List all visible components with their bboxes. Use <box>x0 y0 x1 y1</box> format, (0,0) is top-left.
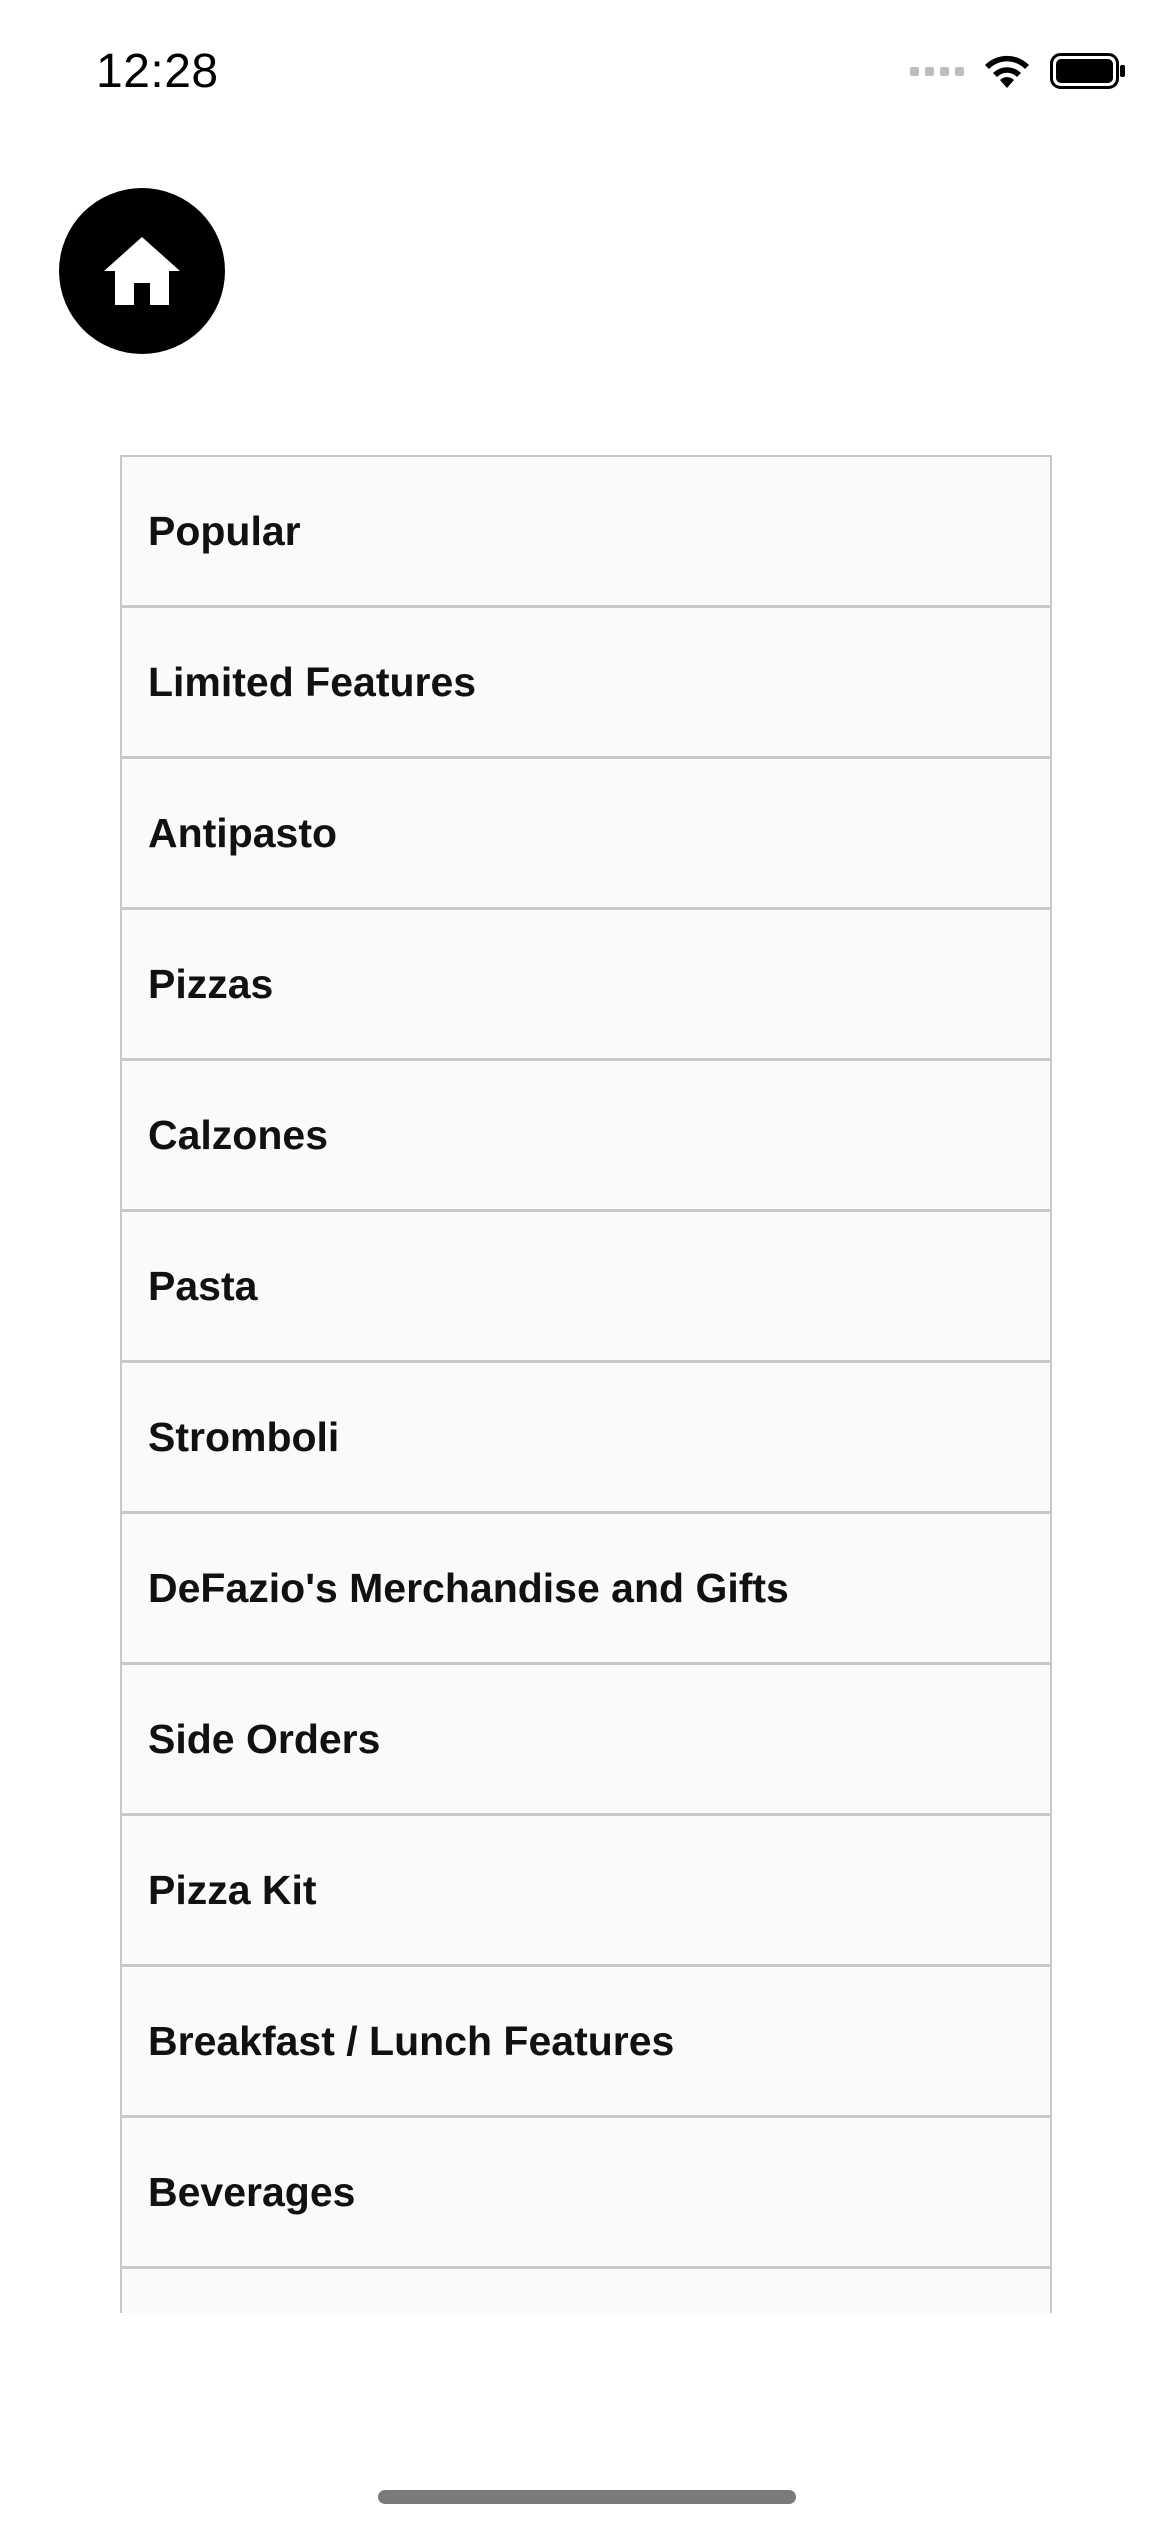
category-item-partial[interactable] <box>122 2269 1050 2313</box>
category-item-pizzas[interactable]: Pizzas <box>122 910 1050 1061</box>
status-time: 12:28 <box>96 45 219 98</box>
status-icons <box>910 52 1126 90</box>
category-item-side-orders[interactable]: Side Orders <box>122 1665 1050 1816</box>
category-item-popular[interactable]: Popular <box>122 457 1050 608</box>
category-item-beverages[interactable]: Beverages <box>122 2118 1050 2269</box>
category-label: Antipasto <box>148 809 338 856</box>
category-item-pasta[interactable]: Pasta <box>122 1212 1050 1363</box>
wifi-icon <box>985 55 1029 88</box>
home-button[interactable] <box>59 188 225 354</box>
battery-icon <box>1050 53 1125 89</box>
status-bar: 12:28 <box>0 0 1170 150</box>
category-label: Stromboli <box>148 1413 340 1460</box>
category-label: Pizzas <box>148 960 274 1007</box>
category-label: Popular <box>148 507 301 554</box>
category-label: Side Orders <box>148 1715 381 1762</box>
category-item-calzones[interactable]: Calzones <box>122 1061 1050 1212</box>
category-item-stromboli[interactable]: Stromboli <box>122 1363 1050 1514</box>
house-icon <box>104 237 180 305</box>
category-item-merchandise-and-gifts[interactable]: DeFazio's Merchandise and Gifts <box>122 1514 1050 1665</box>
category-item-antipasto[interactable]: Antipasto <box>122 759 1050 910</box>
category-item-breakfast-lunch-features[interactable]: Breakfast / Lunch Features <box>122 1967 1050 2118</box>
category-label: Calzones <box>148 1111 328 1158</box>
category-label: Pasta <box>148 1262 258 1309</box>
cellular-signal-icon <box>910 66 964 76</box>
category-item-limited-features[interactable]: Limited Features <box>122 608 1050 759</box>
category-list[interactable]: Popular Limited Features Antipasto Pizza… <box>120 455 1052 2313</box>
home-indicator[interactable] <box>378 2490 796 2504</box>
category-label: Limited Features <box>148 658 477 705</box>
category-label: Pizza Kit <box>148 1866 317 1913</box>
category-label: Breakfast / Lunch Features <box>148 2017 675 2064</box>
category-label: DeFazio's Merchandise and Gifts <box>148 1564 789 1611</box>
category-label: Beverages <box>148 2168 356 2215</box>
category-item-pizza-kit[interactable]: Pizza Kit <box>122 1816 1050 1967</box>
